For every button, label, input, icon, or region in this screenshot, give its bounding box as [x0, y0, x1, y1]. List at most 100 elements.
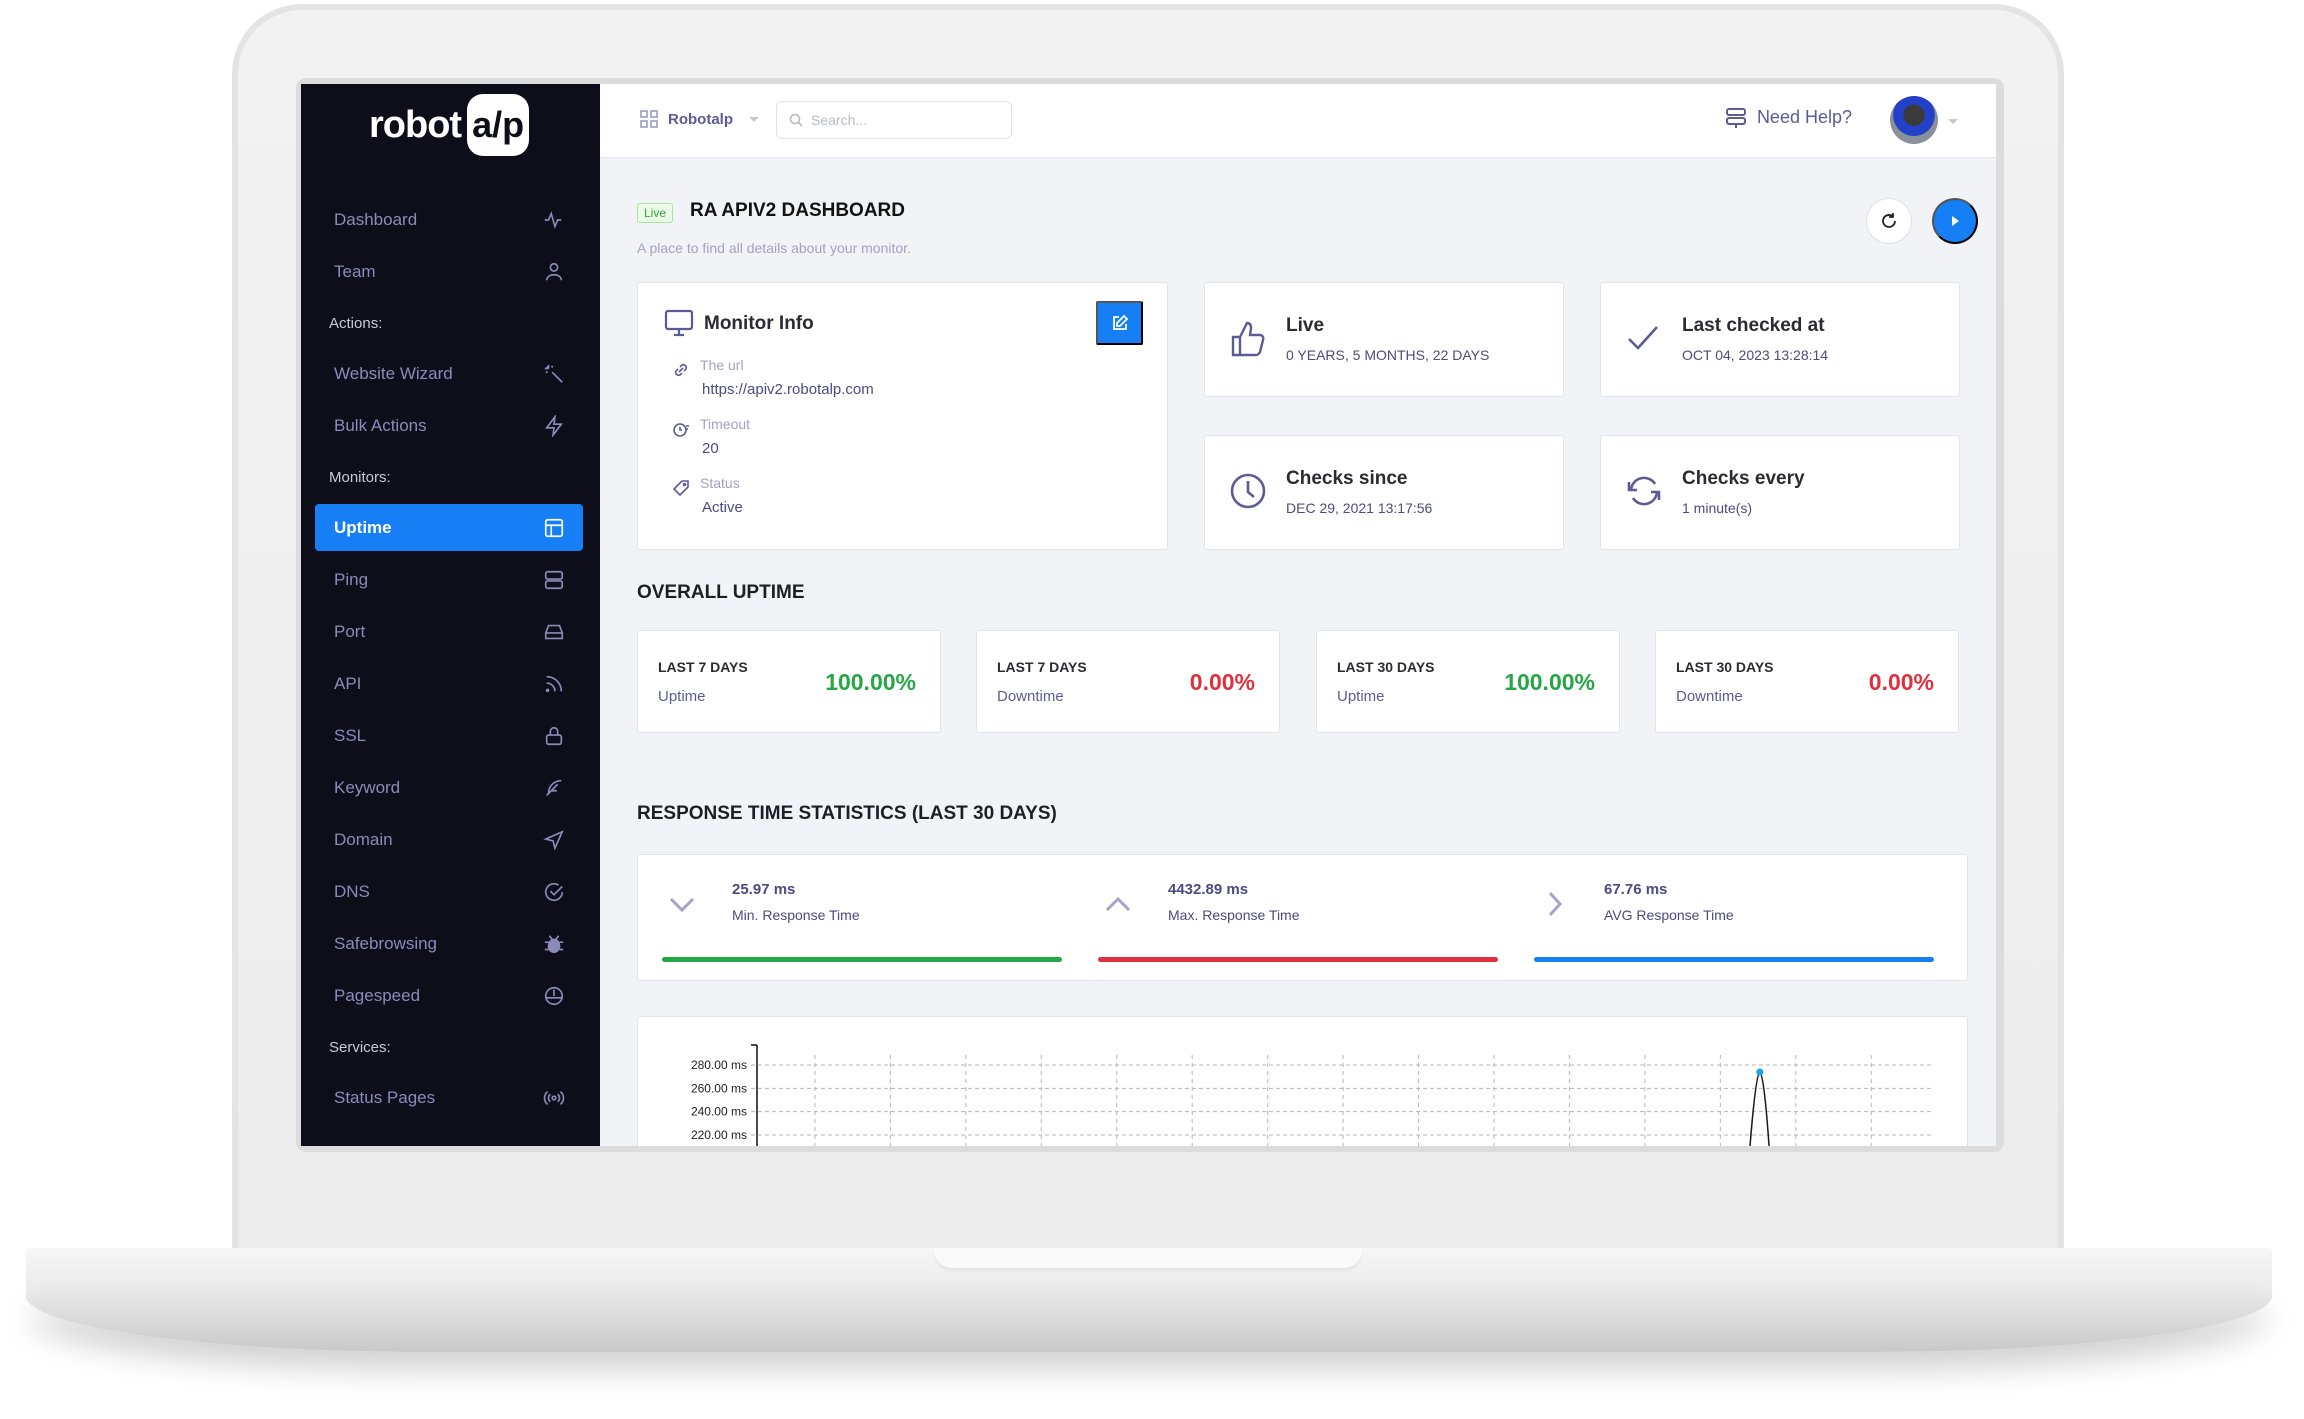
sidebar-item-status-pages[interactable]: Status Pages — [315, 1072, 583, 1124]
refresh-icon — [1882, 213, 1896, 228]
org-switcher[interactable]: Robotalp — [640, 110, 759, 128]
sidebar-section-monitors: Monitors: — [329, 468, 391, 486]
avg-response-value: 67.76 ms — [1604, 881, 1668, 898]
logo[interactable]: robot a/p — [369, 94, 530, 156]
search-input[interactable] — [811, 112, 991, 128]
user-menu-chevron-icon[interactable] — [1948, 119, 1958, 124]
sidebar: robot a/p Dashboard Team Actions: Website W… — [301, 84, 600, 1146]
uptime-value: 100.00% — [825, 669, 916, 695]
activity-icon — [544, 211, 562, 229]
feather-icon — [546, 779, 562, 796]
page-subtitle: A place to find all details about your m… — [637, 240, 911, 256]
sidebar-item-label: Uptime — [334, 517, 392, 537]
search-box[interactable] — [776, 101, 1012, 139]
last-checked-title: Last checked at — [1682, 315, 1825, 336]
min-response-bar — [662, 957, 1062, 962]
sidebar-item-ssl[interactable]: SSL — [315, 710, 583, 762]
sidebar-item-website-wizard[interactable]: Website Wizard — [315, 348, 583, 400]
downtime-card-7d: LAST 7 DAYS Downtime 0.00% — [976, 630, 1280, 733]
sidebar-item-domain[interactable]: Domain — [315, 814, 583, 866]
edit-icon — [1112, 314, 1128, 330]
checks-since-value: DEC 29, 2021 13:17:56 — [1286, 500, 1433, 516]
need-help-link[interactable]: Need Help? — [1725, 106, 1852, 128]
avg-response-label: AVG Response Time — [1604, 907, 1734, 923]
uptime-card-30d: LAST 30 DAYS Uptime 100.00% — [1316, 630, 1620, 733]
refresh-button[interactable] — [1866, 198, 1912, 244]
laptop-notch — [934, 1248, 1362, 1268]
downtime-kind: Downtime — [997, 688, 1064, 705]
clock-icon — [1230, 473, 1266, 509]
status-value: Active — [702, 499, 743, 516]
check-icon — [1628, 326, 1658, 350]
sidebar-item-port[interactable]: Port — [315, 606, 583, 658]
last-checked-value: OCT 04, 2023 13:28:14 — [1682, 347, 1829, 363]
sidebar-item-bulk-actions[interactable]: Bulk Actions — [315, 400, 583, 452]
sidebar-item-uptime[interactable]: Uptime — [315, 504, 583, 551]
sidebar-item-label: Port — [334, 622, 366, 641]
response-time-chart: 280.00 ms 260.00 ms 240.00 ms 220.00 ms — [691, 1044, 1934, 1146]
bug-icon — [544, 935, 564, 954]
edit-monitor-button[interactable] — [1096, 301, 1143, 345]
uptime-period: LAST 30 DAYS — [1337, 659, 1435, 675]
avatar[interactable] — [1890, 96, 1938, 144]
sidebar-item-label: Team — [334, 262, 376, 281]
timeout-value: 20 — [702, 440, 719, 457]
play-button[interactable] — [1932, 198, 1978, 244]
downtime-period: LAST 7 DAYS — [997, 659, 1087, 675]
live-title: Live — [1286, 315, 1325, 336]
uptime-period: LAST 7 DAYS — [658, 659, 748, 675]
url-value[interactable]: https://apiv2.robotalp.com — [702, 381, 874, 398]
avg-response-bar — [1534, 957, 1934, 962]
sidebar-item-team[interactable]: Team — [315, 246, 583, 298]
sidebar-item-api[interactable]: API — [315, 658, 583, 710]
max-response-value: 4432.89 ms — [1168, 881, 1249, 898]
topbar: Robotalp Need Help? — [600, 84, 1996, 158]
hard-drive-icon — [544, 624, 564, 640]
server-icon — [544, 570, 564, 590]
sidebar-item-label: Bulk Actions — [334, 416, 427, 435]
thumbs-up-icon — [1231, 321, 1265, 357]
logo-text: robot — [369, 103, 462, 146]
page-title: RA APIV2 DASHBOARD — [690, 200, 906, 221]
sidebar-item-ping[interactable]: Ping — [315, 554, 583, 606]
sidebar-item-label: Website Wizard — [334, 364, 453, 383]
chevron-down-icon — [669, 897, 695, 913]
sidebar-item-safebrowsing[interactable]: Safebrowsing — [315, 918, 583, 970]
sidebar-item-keyword[interactable]: Keyword — [315, 762, 583, 814]
grid-icon — [640, 110, 658, 128]
max-response-stat: 4432.89 ms Max. Response Time — [1074, 855, 1498, 982]
uptime-value: 100.00% — [1504, 669, 1595, 695]
broadcast-icon — [543, 1090, 565, 1106]
lock-icon — [545, 726, 563, 746]
max-response-bar — [1098, 957, 1498, 962]
monitor-icon — [664, 309, 694, 337]
live-value: 0 YEARS, 5 MONTHS, 22 DAYS — [1286, 347, 1490, 363]
checks-every-card: Checks every 1 minute(s) — [1600, 435, 1960, 550]
response-stats-card: 25.97 ms Min. Response Time 4432.89 ms M… — [637, 854, 1968, 981]
sidebar-section-services: Services: — [329, 1038, 391, 1056]
live-badge: Live — [637, 203, 674, 223]
sidebar-item-label: API — [334, 674, 362, 693]
uptime-card-7d: LAST 7 DAYS Uptime 100.00% — [637, 630, 941, 733]
sidebar-item-dns[interactable]: DNS — [315, 866, 583, 918]
status-label: Status — [700, 475, 740, 491]
downtime-card-30d: LAST 30 DAYS Downtime 0.00% — [1655, 630, 1959, 733]
signpost-icon — [1725, 108, 1746, 128]
sidebar-item-dashboard[interactable]: Dashboard — [315, 194, 583, 246]
monitor-info-card: Monitor Info The url https://apiv2.robot… — [637, 282, 1168, 550]
chevron-right-icon — [1548, 891, 1563, 917]
downtime-value: 0.00% — [1868, 669, 1934, 695]
response-stats-title: RESPONSE TIME STATISTICS (LAST 30 DAYS) — [637, 803, 1057, 824]
checks-since-card: Checks since DEC 29, 2021 13:17:56 — [1204, 435, 1564, 550]
sidebar-item-label: DNS — [334, 882, 370, 901]
play-icon — [1952, 216, 1959, 226]
check-circle-icon — [544, 882, 564, 902]
sidebar-item-pagespeed[interactable]: Pagespeed — [315, 970, 583, 1022]
uptime-kind: Uptime — [658, 688, 706, 705]
downtime-kind: Downtime — [1676, 688, 1743, 705]
chevron-up-icon — [1105, 896, 1131, 912]
y-tick-label: 280.00 ms — [691, 1058, 747, 1072]
min-response-value: 25.97 ms — [732, 881, 796, 898]
sidebar-item-label: Pagespeed — [334, 986, 421, 1005]
min-response-label: Min. Response Time — [732, 907, 860, 923]
